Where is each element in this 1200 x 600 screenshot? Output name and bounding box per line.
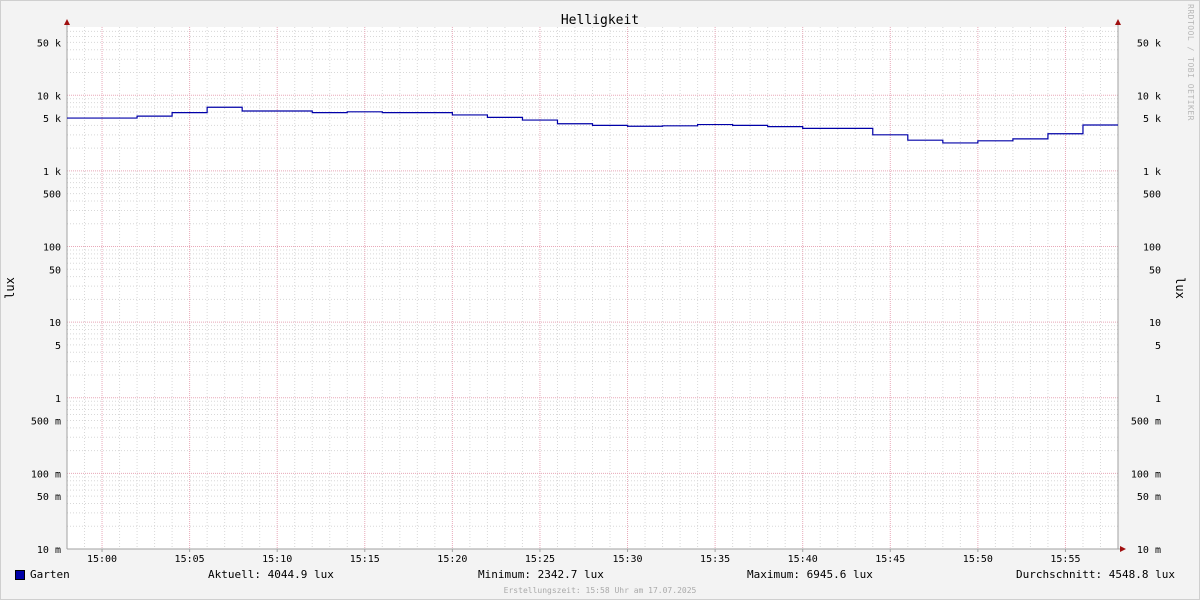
y-tick-label-left: 50 [49, 265, 61, 276]
x-tick-label: 15:00 [87, 554, 117, 565]
y-tick-label-left: 500 [43, 190, 61, 201]
x-tick-label: 15:55 [1050, 554, 1080, 565]
y-tick-label-right: 100 m [1131, 469, 1161, 480]
y-tick-label-right: 1 [1155, 394, 1161, 405]
legend-series-name: Garten [30, 568, 70, 581]
y-tick-label-right: 10 m [1137, 545, 1161, 556]
x-tick-label: 15:45 [875, 554, 905, 565]
legend-average: Durchschnitt: 4548.8 lux [1016, 568, 1175, 581]
watermark: RRDTOOL / TOBI OETIKER [1186, 4, 1195, 121]
y-tick-label-left: 5 k [43, 114, 61, 125]
legend-current: Aktuell: 4044.9 lux [208, 568, 334, 581]
y-tick-label-right: 500 [1143, 190, 1161, 201]
x-tick-label: 15:05 [175, 554, 205, 565]
y-axis-arrow-right [1115, 19, 1121, 25]
y-tick-label-right: 10 [1149, 318, 1161, 329]
y-axis-arrow-left [64, 19, 70, 25]
y-axis-label-left: lux [3, 277, 17, 299]
y-tick-label-right: 5 [1155, 341, 1161, 352]
x-tick-label: 15:35 [700, 554, 730, 565]
x-tick-label: 15:20 [437, 554, 467, 565]
y-tick-label-right: 1 k [1143, 167, 1161, 178]
x-tick-label: 15:30 [612, 554, 642, 565]
y-tick-label-left: 10 m [37, 545, 61, 556]
y-tick-label-left: 10 [49, 318, 61, 329]
x-axis-arrow [1120, 546, 1126, 552]
y-tick-label-right: 5 k [1143, 114, 1161, 125]
x-tick-label: 15:25 [525, 554, 555, 565]
legend-minimum: Minimum: 2342.7 lux [478, 568, 604, 581]
x-tick-label: 15:50 [963, 554, 993, 565]
y-tick-label-left: 1 [55, 394, 61, 405]
chart: Helligkeit lux lux 15:00 15:05 15:10 15:15 1… [3, 13, 1187, 565]
y-tick-label-right: 10 k [1137, 91, 1161, 102]
y-tick-label-right: 50 k [1137, 38, 1161, 49]
y-tick-label-left: 10 k [37, 91, 61, 102]
y-tick-label-left: 50 k [37, 38, 61, 49]
y-tick-label-left: 100 [43, 243, 61, 254]
y-tick-label-right: 500 m [1131, 417, 1161, 428]
y-tick-label-left: 5 [55, 341, 61, 352]
x-tick-label: 15:15 [350, 554, 380, 565]
creation-time: Erstellungszeit: 15:58 Uhr am 17.07.2025 [503, 586, 697, 595]
legend: Garten Aktuell: 4044.9 lux Minimum: 2342… [0, 568, 1200, 584]
y-tick-label-right: 100 [1143, 243, 1161, 254]
x-tick-label: 15:40 [788, 554, 818, 565]
y-tick-label-left: 500 m [31, 417, 61, 428]
x-tick-label: 15:10 [262, 554, 292, 565]
y-tick-label-left: 50 m [37, 492, 61, 503]
y-tick-label-right: 50 [1149, 265, 1161, 276]
y-tick-label-left: 100 m [31, 469, 61, 480]
legend-maximum: Maximum: 6945.6 lux [747, 568, 873, 581]
y-axis-label-right: lux [1173, 277, 1187, 299]
y-tick-label-right: 50 m [1137, 492, 1161, 503]
chart-title: Helligkeit [561, 13, 639, 28]
y-tick-label-left: 1 k [43, 167, 61, 178]
